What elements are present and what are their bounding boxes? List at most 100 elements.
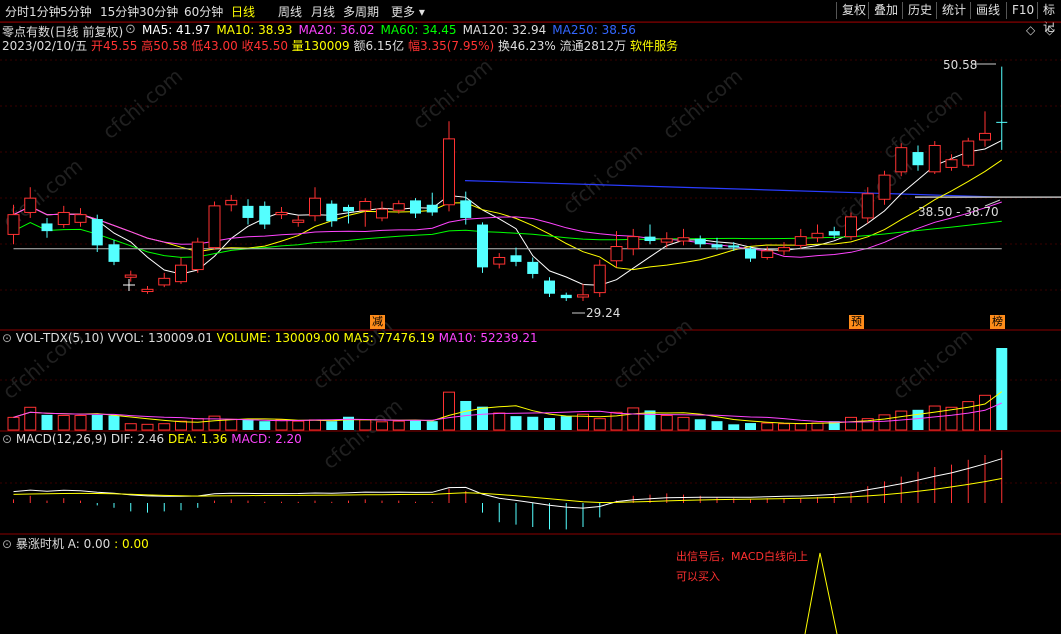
vol-bar-8 xyxy=(141,423,154,431)
vol-bar-13 xyxy=(225,418,238,431)
range-label: 38.50 - 38.70 xyxy=(918,205,999,219)
vol-bar-46 xyxy=(778,423,790,431)
vol-bar-7 xyxy=(124,423,137,431)
candle-body-37 xyxy=(627,236,640,250)
candle-body-42 xyxy=(711,244,723,248)
candle-body-44 xyxy=(745,248,756,259)
vol-bar-39 xyxy=(660,414,673,431)
ma250-line xyxy=(464,180,1001,198)
candle-body-12 xyxy=(208,205,221,249)
vol-bar-3 xyxy=(57,414,70,431)
watermark-8: cfchi.com xyxy=(888,324,977,404)
signal-note-1: 出信号后，MACD白线向上 xyxy=(676,550,808,563)
low-price-label: 29.24 xyxy=(586,306,621,320)
candle-body-14 xyxy=(242,205,254,218)
vol-header: ⊙ VOL-TDX(5,10) VVOL: 130009.01 VOLUME: … xyxy=(2,331,538,345)
candle-body-31 xyxy=(527,261,539,274)
vol-bar-58 xyxy=(979,394,991,431)
macd-header: ⊙ MACD(12,26,9) DIF: 2.46 DEA: 1.36 MACD… xyxy=(2,432,302,446)
candle-body-28 xyxy=(477,224,488,268)
badge-reduce[interactable]: 减 xyxy=(370,315,385,329)
vol-bar-35 xyxy=(593,418,606,431)
vol-bar-19 xyxy=(326,421,338,430)
signal-a-value: : 0.00 xyxy=(114,537,149,551)
candle-body-52 xyxy=(878,174,891,200)
vol-bar-48 xyxy=(811,422,824,431)
badge-forecast[interactable]: 预 xyxy=(849,315,864,329)
candle-body-51 xyxy=(861,193,874,219)
vol-icon[interactable]: ⊙ xyxy=(2,331,12,345)
vol-bar-54 xyxy=(912,409,924,430)
vol-bar-14 xyxy=(242,419,254,430)
vol-bar-10 xyxy=(175,420,187,431)
candle-body-5 xyxy=(91,219,103,246)
candle-body-17 xyxy=(292,219,305,223)
candle-body-45 xyxy=(761,250,774,258)
vol-bar-31 xyxy=(527,416,539,430)
vol-bar-45 xyxy=(761,422,774,431)
watermark-5: cfchi.com xyxy=(658,64,747,144)
vol-ma5: MA5: 77476.19 xyxy=(343,331,435,345)
candle-body-9 xyxy=(158,277,171,286)
candle-body-24 xyxy=(410,200,421,214)
candle-body-54 xyxy=(912,152,924,166)
vol-bar-52 xyxy=(878,414,891,431)
watermark-9: cfchi.com xyxy=(608,314,697,394)
candle-body-33 xyxy=(560,294,572,299)
candle-body-39 xyxy=(660,238,673,243)
candle-body-8 xyxy=(141,288,154,293)
vol-bar-16 xyxy=(275,419,288,431)
candle-body-0 xyxy=(7,214,20,235)
candle-body-15 xyxy=(259,205,271,225)
vol-bar-9 xyxy=(158,423,171,431)
vol-bar-6 xyxy=(108,415,120,430)
vol-bar-15 xyxy=(259,421,271,430)
macd-name[interactable]: MACD(12,26,9) xyxy=(16,432,107,446)
candle-body-13 xyxy=(225,199,238,206)
vol-name[interactable]: VOL-TDX(5,10) xyxy=(16,331,104,345)
vol-bar-40 xyxy=(677,416,690,431)
candle-body-4 xyxy=(74,214,87,223)
signal-a: A: 0.00 xyxy=(67,537,111,551)
candle-body-20 xyxy=(343,206,354,212)
macd-icon[interactable]: ⊙ xyxy=(2,432,12,446)
vol-bar-29 xyxy=(493,412,506,431)
vol-bar-17 xyxy=(292,420,305,431)
signal-header: ⊙ 暴涨时机 A: 0.00 : 0.00 xyxy=(2,535,149,552)
candle-body-11 xyxy=(191,241,204,271)
vol-bar-47 xyxy=(794,423,807,431)
candle-body-50 xyxy=(845,216,857,238)
candle-body-32 xyxy=(544,280,555,294)
badge-list[interactable]: 榜 xyxy=(990,315,1005,329)
high-price-label: 50.58 xyxy=(943,58,978,72)
vol-bar-5 xyxy=(91,414,103,430)
candle-body-23 xyxy=(392,203,405,211)
watermark-7: cfchi.com xyxy=(878,84,967,164)
vol-bar-0 xyxy=(7,416,20,431)
vol-bar-12 xyxy=(208,415,221,431)
watermark-1: cfchi.com xyxy=(98,64,187,144)
candle-body-48 xyxy=(811,232,824,239)
vol-bar-24 xyxy=(410,420,421,430)
candle-body-47 xyxy=(794,236,807,246)
candle-body-2 xyxy=(41,223,53,232)
signal-name[interactable]: 暴涨时机 xyxy=(16,537,64,551)
macd-dif: DIF: 2.46 xyxy=(110,432,165,446)
candle-body-30 xyxy=(510,255,522,262)
candle-body-56 xyxy=(945,159,958,168)
vol-vvol: VVOL: 130009.01 xyxy=(107,331,213,345)
candle-body-49 xyxy=(828,231,840,236)
candle-body-55 xyxy=(928,144,941,173)
watermark-4: cfchi.com xyxy=(558,139,647,219)
signal-note-2: 可以买入 xyxy=(676,570,720,583)
vol-bar-26 xyxy=(443,391,455,431)
signal-icon[interactable]: ⊙ xyxy=(2,537,12,551)
kline-chart[interactable]: cfchi.comcfchi.comcfchi.comcfchi.comcfch… xyxy=(0,0,1061,634)
candle-body-19 xyxy=(326,203,338,222)
vol-bar-1 xyxy=(24,406,37,431)
macd-dea: DEA: 1.36 xyxy=(168,432,228,446)
candle-body-7 xyxy=(124,274,137,278)
candle-body-35 xyxy=(593,264,606,294)
candle-body-27 xyxy=(460,200,472,218)
vol-bar-18 xyxy=(309,419,321,431)
